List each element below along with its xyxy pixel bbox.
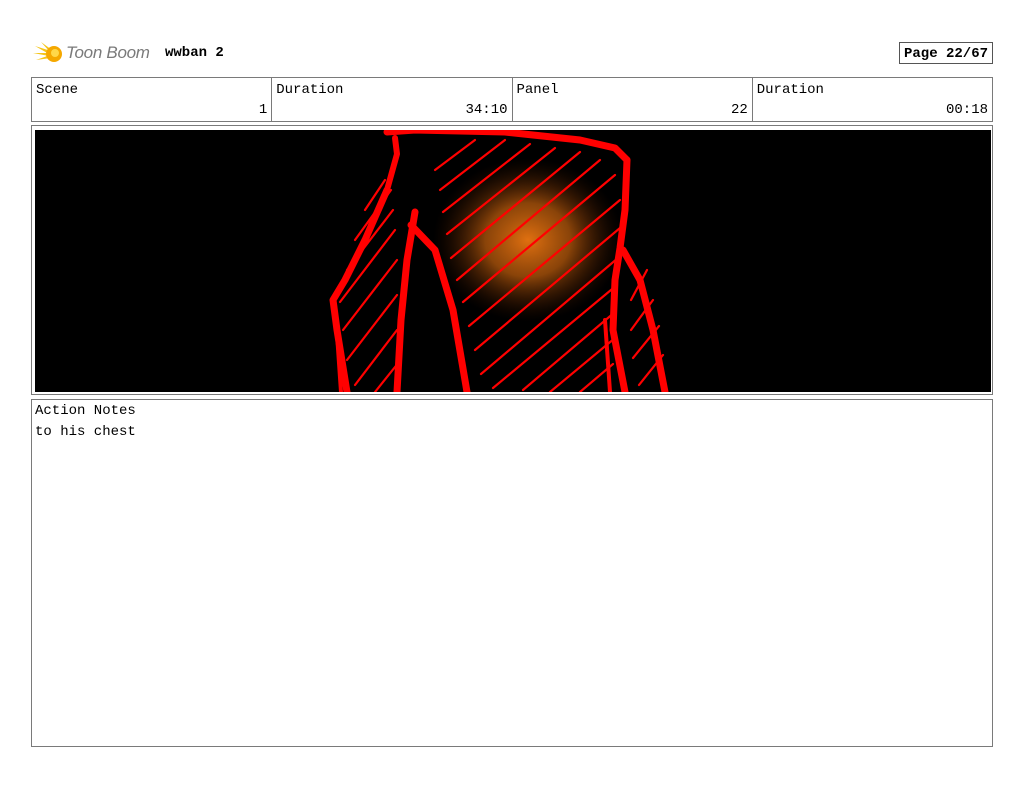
logo-text: Toon Boom	[66, 43, 150, 62]
scene-label: Scene	[36, 82, 79, 98]
toon-boom-logo: Toon Boom	[31, 38, 150, 68]
project-title: wwban 2	[165, 45, 224, 61]
scene-cell: Scene 1	[32, 78, 273, 121]
toon-boom-burst-icon	[33, 42, 62, 62]
sketch-figure-torso	[35, 130, 991, 392]
panel-duration-value: 00:18	[945, 102, 988, 118]
scene-duration-label: Duration	[276, 82, 344, 98]
panel-cell: Panel 22	[513, 78, 753, 121]
action-notes-box: Action Notes to his chest	[31, 399, 993, 747]
action-notes-text: to his chest	[35, 424, 136, 440]
scene-duration-value: 34:10	[465, 102, 508, 118]
scene-value: 1	[258, 102, 268, 118]
header: Toon Boom wwban 2 Page 22/67	[31, 38, 993, 70]
panel-duration-cell: Duration 00:18	[753, 78, 992, 121]
panel-value: 22	[730, 102, 748, 118]
storyboard-panel-frame	[31, 125, 993, 395]
panel-duration-label: Duration	[756, 82, 824, 98]
panel-info-row: Scene 1 Duration 34:10 Panel 22 Duration…	[31, 77, 993, 122]
panel-label: Panel	[516, 82, 559, 98]
page-indicator: Page 22/67	[898, 42, 993, 64]
action-notes-label: Action Notes	[35, 403, 136, 419]
scene-duration-cell: Duration 34:10	[272, 78, 513, 121]
storyboard-panel-image	[35, 130, 991, 392]
chest-glow	[433, 158, 623, 322]
